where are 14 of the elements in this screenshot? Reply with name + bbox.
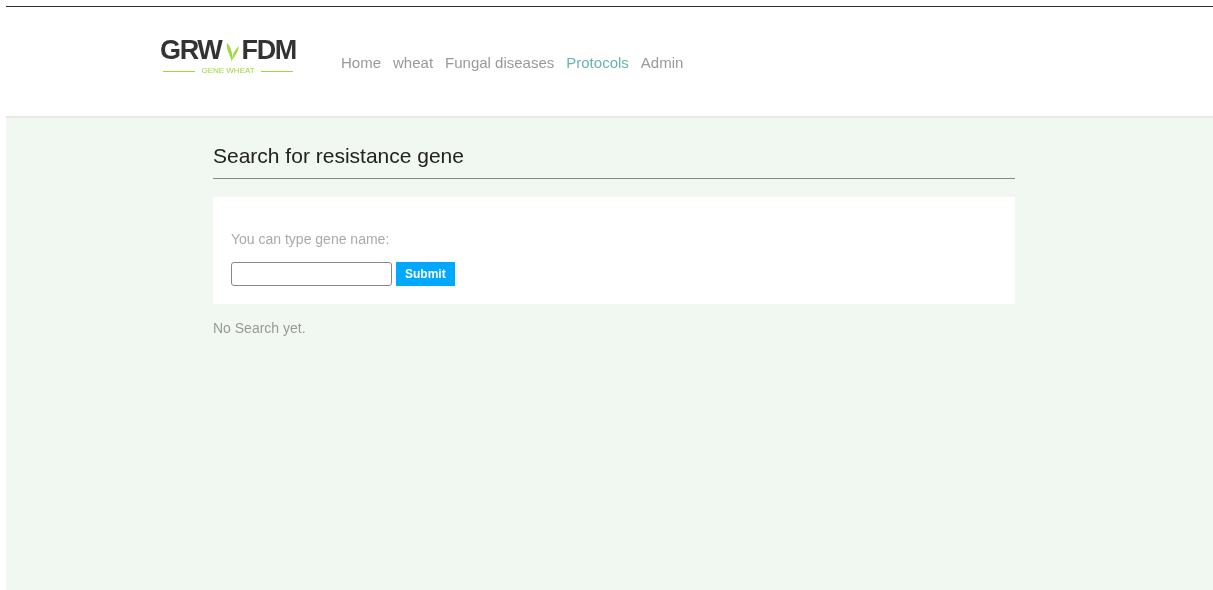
logo[interactable]: GRW FDM GENE WHEAT [153, 37, 303, 75]
logo-text: GRW [160, 37, 222, 64]
nav-link[interactable]: Home [341, 52, 381, 75]
result-message: No Search yet. [213, 318, 307, 338]
submit-button[interactable]: Submit [396, 261, 455, 286]
nav-link[interactable]: Protocols [566, 52, 629, 75]
logo-text: FDM [241, 37, 296, 64]
search-prompt: You can type gene name: [231, 229, 391, 249]
search-field[interactable] [231, 261, 392, 286]
page-title: Search for resistance gene [213, 140, 1015, 179]
nav-link[interactable]: Fungal diseases [445, 52, 555, 75]
nav-link[interactable]: Admin [640, 52, 684, 75]
logo-tagline: GENE WHEAT [201, 67, 255, 75]
nav-link[interactable]: wheat [393, 52, 434, 75]
